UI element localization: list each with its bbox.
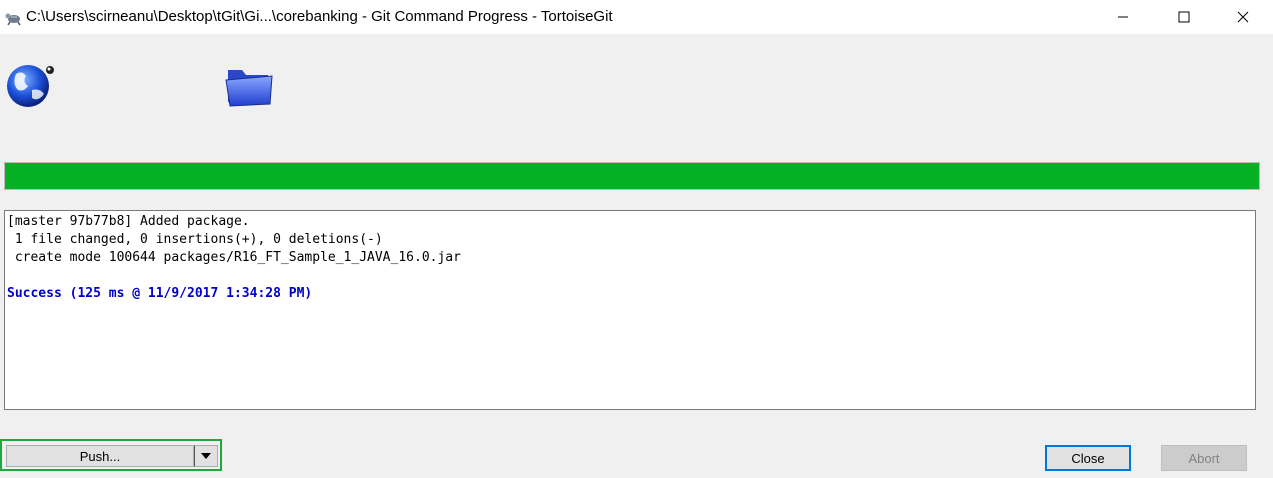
progress-fill	[5, 163, 1259, 189]
tortoise-app-icon	[5, 13, 21, 26]
maximize-button[interactable]	[1161, 0, 1207, 34]
progress-bar	[4, 162, 1260, 190]
close-window-button[interactable]	[1220, 0, 1266, 34]
close-icon	[1237, 11, 1249, 23]
folder-icon	[225, 70, 273, 107]
log-line: [master 97b77b8] Added package.	[7, 214, 250, 229]
close-button[interactable]: Close	[1045, 445, 1131, 471]
maximize-icon	[1178, 11, 1190, 23]
chevron-down-icon	[201, 453, 211, 459]
push-button[interactable]: Push...	[6, 445, 194, 467]
log-line: 1 file changed, 0 insertions(+), 0 delet…	[7, 232, 383, 247]
title-bar: C:\Users\scirneanu\Desktop\tGit\Gi...\co…	[0, 0, 1273, 34]
abort-button[interactable]: Abort	[1161, 445, 1247, 471]
log-line: create mode 100644 packages/R16_FT_Sampl…	[7, 250, 461, 265]
globe-icon	[7, 65, 54, 107]
success-message: Success (125 ms @ 11/9/2017 1:34:28 PM)	[7, 286, 313, 301]
output-log[interactable]: [master 97b77b8] Added package. 1 file c…	[4, 210, 1256, 410]
push-dropdown-button[interactable]	[194, 445, 218, 467]
push-split-button: Push...	[0, 439, 222, 471]
minimize-button[interactable]	[1100, 0, 1146, 34]
window-title: C:\Users\scirneanu\Desktop\tGit\Gi...\co…	[26, 8, 613, 25]
minimize-icon	[1118, 16, 1128, 18]
